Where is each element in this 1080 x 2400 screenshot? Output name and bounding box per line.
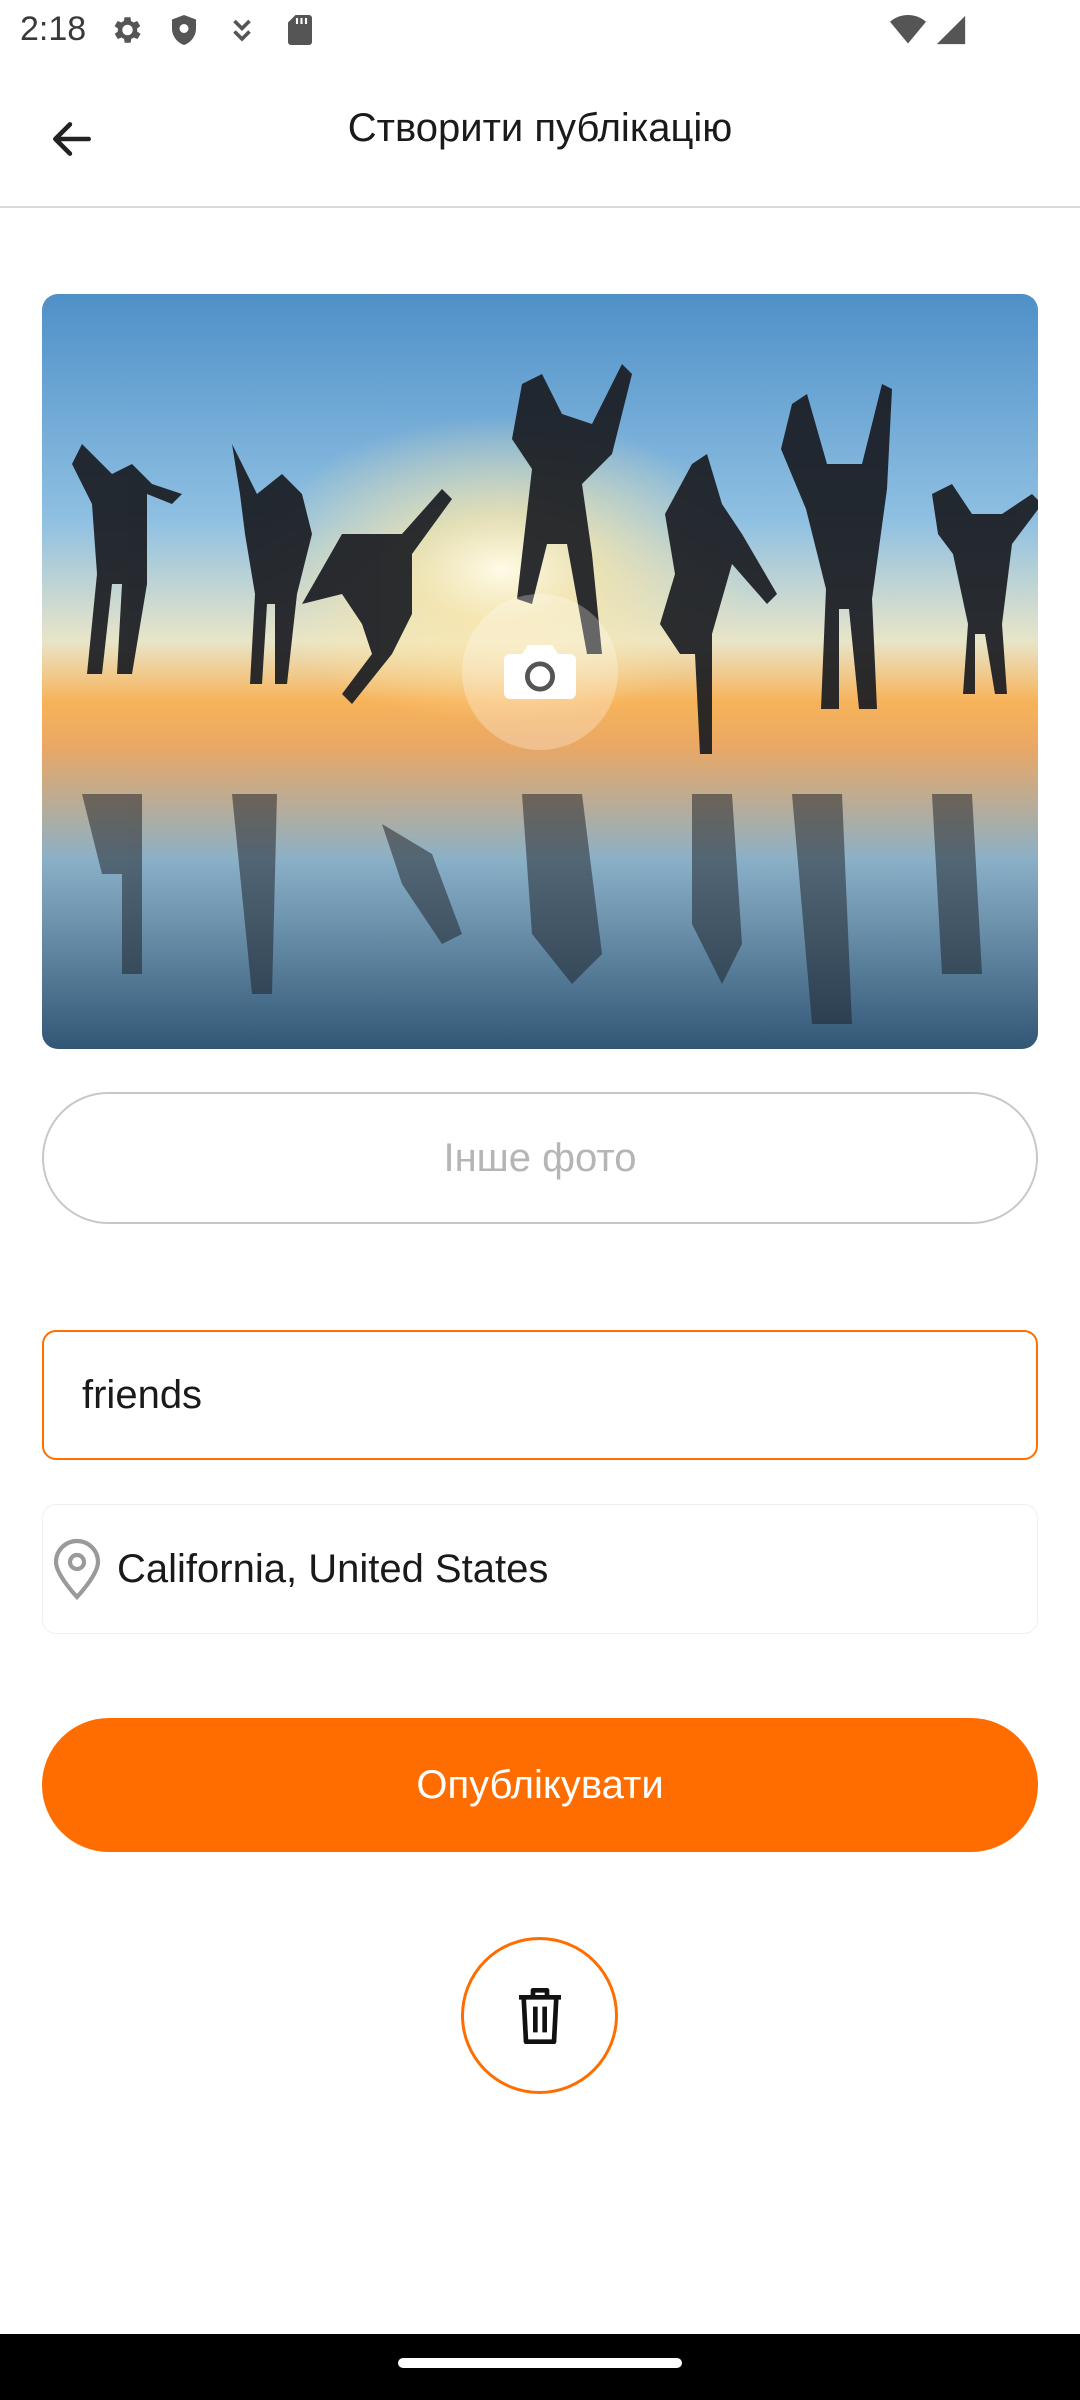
camera-icon	[504, 645, 576, 699]
settings-icon	[108, 12, 144, 48]
publish-button[interactable]: Опублікувати	[42, 1718, 1038, 1852]
navigation-bar	[0, 2334, 1080, 2400]
download-icon	[224, 12, 260, 48]
wifi-icon	[888, 12, 928, 48]
post-photo[interactable]	[42, 294, 1038, 1049]
page-title: Створити публікацію	[347, 106, 733, 150]
create-post-screen: 2:18 Створити публікацію Інше фото frien…	[0, 0, 1080, 2400]
location-pin-icon	[45, 1533, 109, 1605]
location-text: California, United States	[117, 1546, 549, 1591]
home-indicator[interactable]	[398, 2358, 682, 2368]
shield-icon	[166, 12, 202, 48]
signal-icon	[934, 12, 968, 48]
location-field[interactable]: California, United States	[42, 1504, 1038, 1634]
sd-card-icon	[282, 12, 318, 48]
status-time: 2:18	[20, 10, 87, 48]
trash-icon	[518, 1987, 561, 2044]
other-photo-button[interactable]: Інше фото	[42, 1092, 1038, 1224]
app-bar: Створити публікацію	[0, 62, 1080, 208]
status-bar: 2:18	[0, 0, 1080, 62]
caption-input-value: friends	[82, 1372, 203, 1417]
change-photo-button[interactable]	[462, 594, 618, 750]
delete-button[interactable]	[461, 1937, 618, 2094]
caption-input[interactable]: friends	[42, 1330, 1038, 1460]
